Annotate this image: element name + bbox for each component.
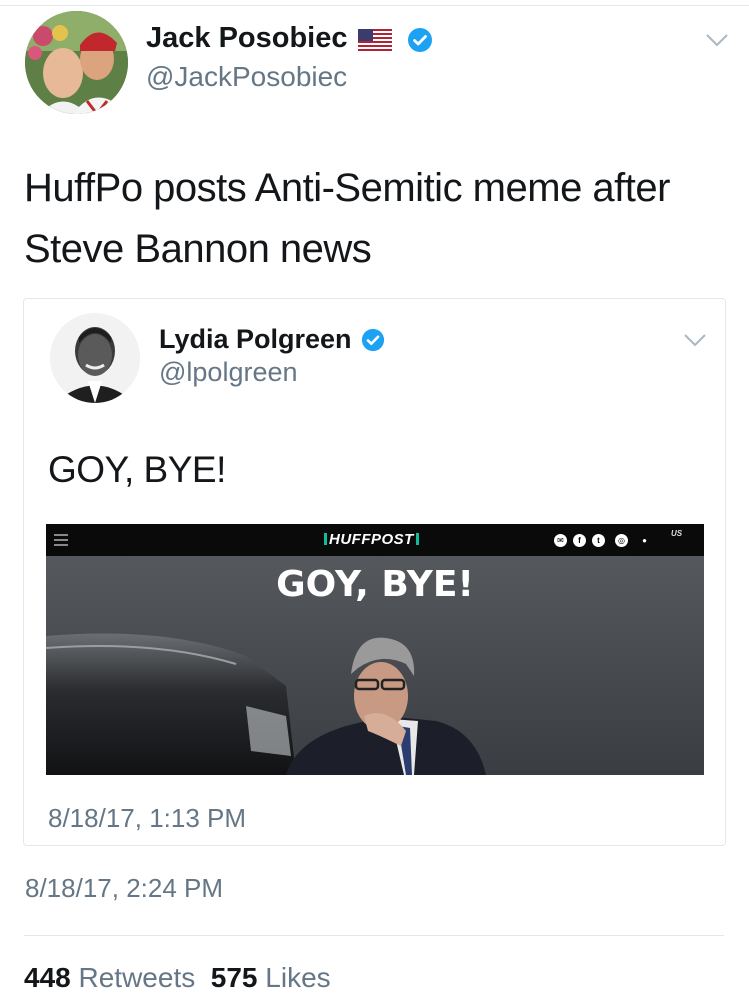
tweet-stats: 448 Retweets 575 Likes (24, 962, 331, 994)
verified-badge-icon (407, 27, 433, 53)
top-divider (0, 5, 749, 6)
tweet-timestamp: 8/18/17, 2:24 PM (25, 873, 224, 903)
quoted-tweet-text: GOY, BYE! (48, 449, 226, 490)
quoted-author-avatar[interactable] (50, 313, 140, 403)
quoted-tweet-image[interactable]: HUFFPOST ✉ f t ◎ ● US GOY, BYE! (46, 524, 704, 775)
notification-icon: ● (642, 536, 647, 545)
twitter-icon: t (592, 534, 605, 547)
huffpost-nav-bar: HUFFPOST ✉ f t ◎ ● US (46, 524, 704, 556)
email-icon: ✉ (554, 534, 567, 547)
quoted-author-name[interactable]: Lydia Polgreen (159, 324, 352, 355)
hamburger-menu-icon (54, 534, 68, 546)
instagram-icon: ◎ (615, 534, 628, 547)
quoted-author-handle[interactable]: @lpolgreen (159, 357, 298, 388)
retweets-label[interactable]: Retweets (79, 962, 196, 993)
edition-label: US (671, 529, 683, 538)
retweets-count[interactable]: 448 (24, 962, 71, 993)
facebook-icon: f (573, 534, 586, 547)
author-avatar[interactable] (25, 11, 128, 114)
tweet-text: HuffPo posts Anti-Semitic meme after Ste… (24, 166, 670, 271)
chevron-down-icon[interactable] (684, 333, 706, 347)
verified-badge-icon (361, 328, 385, 352)
author-name[interactable]: Jack Posobiec (146, 22, 348, 55)
likes-label[interactable]: Likes (265, 962, 330, 993)
us-flag-icon (358, 29, 392, 51)
quoted-tweet-card[interactable]: Lydia Polgreen @lpolgreen GOY, BYE! HUFF… (23, 298, 726, 846)
stats-divider (24, 935, 724, 936)
likes-count[interactable]: 575 (211, 962, 258, 993)
image-headline: GOY, BYE! (276, 564, 474, 605)
quoted-tweet-timestamp: 8/18/17, 1:13 PM (48, 803, 247, 833)
huffpost-logo: HUFFPOST (322, 531, 421, 548)
author-handle[interactable]: @JackPosobiec (146, 61, 347, 93)
chevron-down-icon[interactable] (706, 33, 728, 47)
